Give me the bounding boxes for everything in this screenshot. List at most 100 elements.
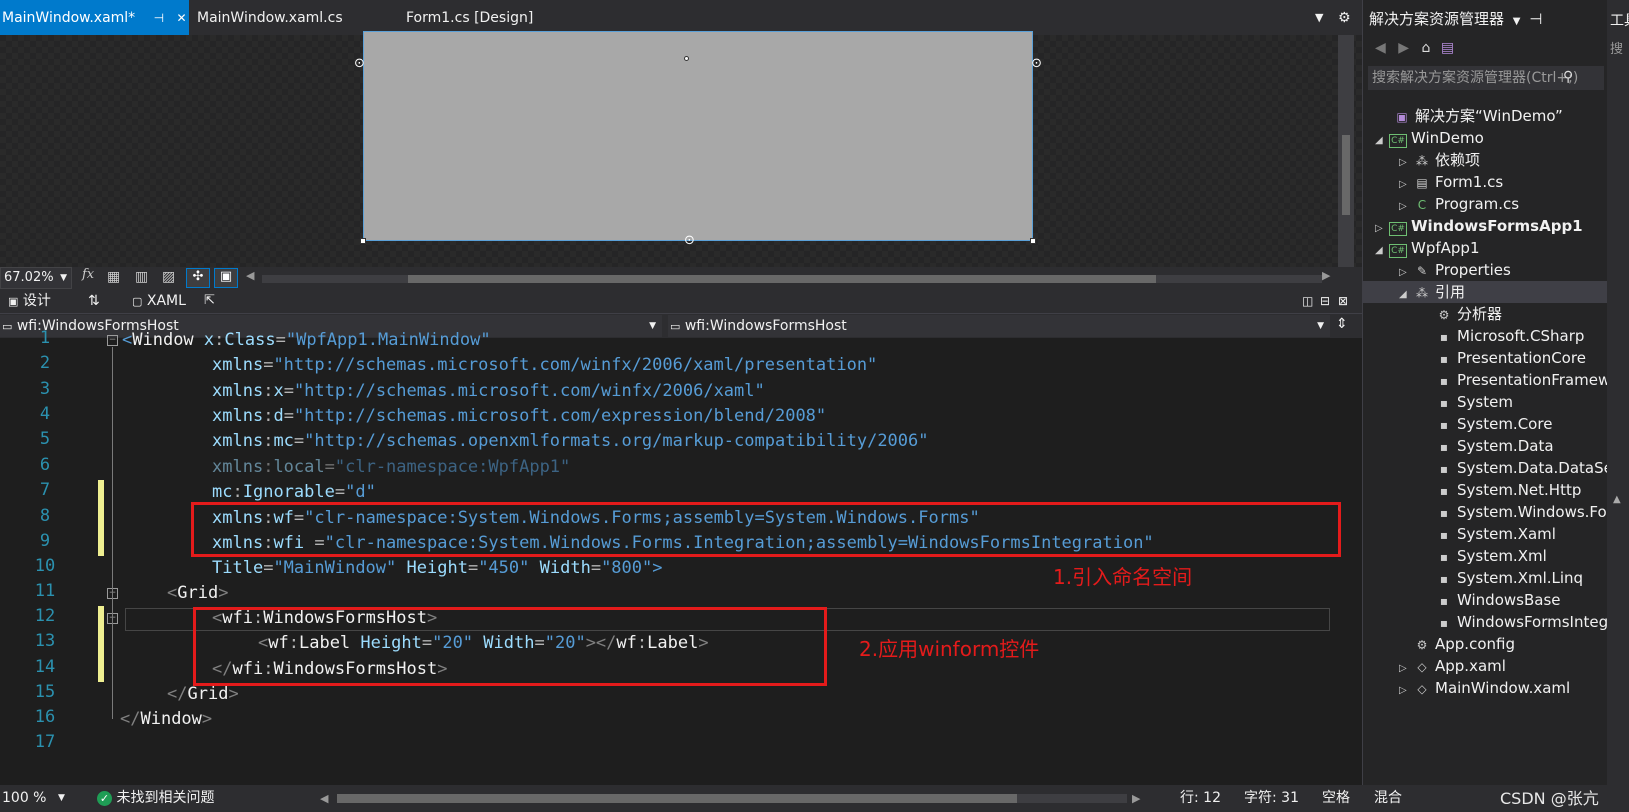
tree-item[interactable]: ▪ System.Windows.Forms xyxy=(1363,501,1607,523)
check-icon: ✓ xyxy=(97,790,112,806)
search-icon[interactable]: ⚲ xyxy=(1563,69,1573,85)
gear-icon[interactable]: ⚙ xyxy=(1338,0,1351,35)
tree-item[interactable]: ◢ C# WpfApp1 xyxy=(1363,237,1607,259)
home-icon[interactable]: ⌂ xyxy=(1421,40,1430,56)
grid-icon[interactable]: ▦ xyxy=(107,269,120,285)
tree-item[interactable]: ▪ System.Data xyxy=(1363,435,1607,457)
swap-panes-button[interactable]: ⇅ xyxy=(88,291,100,311)
back-icon[interactable]: ◀ xyxy=(1375,40,1386,56)
expand-arrow-icon[interactable]: ▷ xyxy=(1399,680,1413,702)
designer-horizontal-scrollbar[interactable] xyxy=(262,275,1322,283)
tree-item[interactable]: ▪ System.Data.DataSetExtensions xyxy=(1363,457,1607,479)
scroll-right-icon[interactable]: ▶ xyxy=(1132,785,1140,812)
tree-item[interactable]: ⚙ App.config xyxy=(1363,633,1607,655)
pin-icon[interactable]: ⊣ xyxy=(1529,10,1542,28)
tree-item[interactable]: ▪ WindowsFormsIntegration xyxy=(1363,611,1607,633)
view-split-bar: ▣ 设计 ⇅ ▢ XAML ⇱ ◫ ⊟ ⊠ xyxy=(0,289,1362,313)
whitespace-mode[interactable]: 空格 xyxy=(1322,785,1350,812)
tree-item[interactable]: ▷ ⁂ 依赖项 xyxy=(1363,149,1607,171)
xaml-code-editor[interactable]: 1 2 3 4 5 6 7 8 9 10 11 12 13 14 15 16 1… xyxy=(0,328,1385,785)
tree-item[interactable]: ▪ System xyxy=(1363,391,1607,413)
element-selector-right[interactable]: ▭ wfi:WindowsFormsHost ▼ xyxy=(668,315,1330,337)
resize-handle[interactable] xyxy=(1030,238,1036,244)
analyzer-icon: ⚙ xyxy=(1438,308,1450,322)
resize-handle[interactable] xyxy=(684,56,689,61)
tree-item[interactable]: ⚙ 分析器 xyxy=(1363,303,1607,325)
artboard-icon[interactable]: ▨ xyxy=(162,269,175,285)
scroll-right-icon[interactable]: ▶ xyxy=(1322,269,1330,282)
toolbox-tab[interactable]: 工具箱 xyxy=(1610,10,1629,30)
tok: "450" xyxy=(478,558,530,578)
collapse-pane-icon[interactable]: ⊠ xyxy=(1338,291,1348,311)
tree-item[interactable]: ▪ PresentationCore xyxy=(1363,347,1607,369)
tree-item[interactable]: ▷ C# WindowsFormsApp1 xyxy=(1363,215,1607,237)
zoom-level[interactable]: 100 % xyxy=(2,785,46,812)
horizontal-split-icon[interactable]: ⊟ xyxy=(1320,291,1330,311)
popout-icon[interactable]: ⇱ xyxy=(204,291,215,311)
split-editor-icon[interactable]: ⇕ xyxy=(1336,316,1348,332)
fold-collapse-icon[interactable]: − xyxy=(107,335,118,346)
tree-item[interactable]: ▷ C Program.cs xyxy=(1363,193,1607,215)
tok: Width xyxy=(539,558,591,578)
line-ending-mode[interactable]: 混合 xyxy=(1374,785,1402,812)
tree-item-label: System.Core xyxy=(1457,415,1553,433)
design-label: 设计 xyxy=(22,293,51,309)
scroll-up-icon[interactable]: ▲ xyxy=(1613,494,1621,505)
tree-item-label: 依赖项 xyxy=(1435,151,1481,169)
tab-mainwindow-xaml[interactable]: MainWindow.xaml* ⊣ ✕ xyxy=(0,0,189,35)
tree-item[interactable]: ▪ Microsoft.CSharp xyxy=(1363,325,1607,347)
tree-item[interactable]: ▷ ✎ Properties xyxy=(1363,259,1607,281)
tok: mc xyxy=(273,431,294,451)
snap-lines-icon[interactable]: ✣ xyxy=(186,268,210,288)
project-code-icon[interactable]: ▣ xyxy=(214,268,238,288)
tree-item[interactable]: ▪ System.Core xyxy=(1363,413,1607,435)
tree-item[interactable]: ▷ ▤ Form1.cs xyxy=(1363,171,1607,193)
tree-item[interactable]: ▷ ◇ MainWindow.xaml xyxy=(1363,677,1607,699)
tree-item[interactable]: ▷ ◇ App.xaml xyxy=(1363,655,1607,677)
tree-item[interactable]: ▪ PresentationFramework xyxy=(1363,369,1607,391)
tree-item[interactable]: ▪ System.Xml.Linq xyxy=(1363,567,1607,589)
vertical-split-icon[interactable]: ◫ xyxy=(1302,291,1313,311)
annotation-box-host xyxy=(193,607,827,686)
editor-horizontal-scrollbar[interactable] xyxy=(337,794,1127,803)
switch-views-icon[interactable]: ▤ xyxy=(1441,40,1454,56)
tree-item[interactable]: ◢ C# WinDemo xyxy=(1363,127,1607,149)
search-box[interactable]: 搜 xyxy=(1610,38,1623,57)
resize-handle[interactable] xyxy=(360,238,366,244)
line-number: 10 xyxy=(34,556,56,576)
chevron-down-icon: ▼ xyxy=(649,321,656,331)
issues-indicator[interactable]: ✓ 未找到相关问题 xyxy=(97,785,214,812)
tree-item[interactable]: ▪ System.Xml xyxy=(1363,545,1607,567)
tab-form1-design[interactable]: Form1.cs [Design] xyxy=(406,0,533,35)
tree-item[interactable]: ◢ ⁂ 引用 xyxy=(1363,281,1607,303)
tree-item[interactable]: ▣ 解决方案“WinDemo” xyxy=(1363,105,1607,127)
tab-design[interactable]: ▣ 设计 xyxy=(8,291,51,312)
chevron-down-icon: ▼ xyxy=(58,793,65,803)
tab-mainwindow-xaml-cs[interactable]: MainWindow.xaml.cs xyxy=(197,0,343,35)
close-icon[interactable]: ✕ xyxy=(177,11,187,25)
tab-xaml[interactable]: ▢ XAML xyxy=(132,291,186,312)
tree-item[interactable]: ▪ System.Xaml xyxy=(1363,523,1607,545)
snap-grid-icon[interactable]: ▥ xyxy=(135,269,148,285)
pin-icon[interactable]: ⊣ xyxy=(154,11,164,25)
tab-label: MainWindow.xaml.cs xyxy=(197,10,343,26)
scroll-thumb[interactable] xyxy=(408,275,1156,283)
tree-item[interactable]: ▪ WindowsBase xyxy=(1363,589,1607,611)
tree-item[interactable]: ▪ System.Net.Http xyxy=(1363,479,1607,501)
tok: xmlns xyxy=(212,431,264,451)
scroll-left-icon[interactable]: ◀ xyxy=(246,269,254,282)
scroll-left-icon[interactable]: ◀ xyxy=(320,785,328,812)
fx-icon[interactable]: fx xyxy=(82,267,94,282)
design-surface[interactable]: ⊙ ⊙ ⊙ xyxy=(0,31,1362,267)
line-number: 3 xyxy=(39,379,51,399)
chevron-down-icon[interactable]: ▼ xyxy=(1513,16,1521,27)
xaml-label: XAML xyxy=(146,293,186,309)
designer-vertical-scrollbar[interactable] xyxy=(1338,35,1354,267)
tab-dropdown-icon[interactable]: ▼ xyxy=(1315,0,1323,35)
scroll-thumb[interactable] xyxy=(337,794,1017,803)
zoom-select[interactable]: 67.02% ▼ xyxy=(0,267,72,289)
tok: Window xyxy=(140,709,202,729)
windows-forms-host-preview[interactable]: ⊙ ⊙ ⊙ xyxy=(354,31,1042,248)
forward-icon[interactable]: ▶ xyxy=(1398,40,1409,56)
scroll-thumb[interactable] xyxy=(1342,135,1350,215)
